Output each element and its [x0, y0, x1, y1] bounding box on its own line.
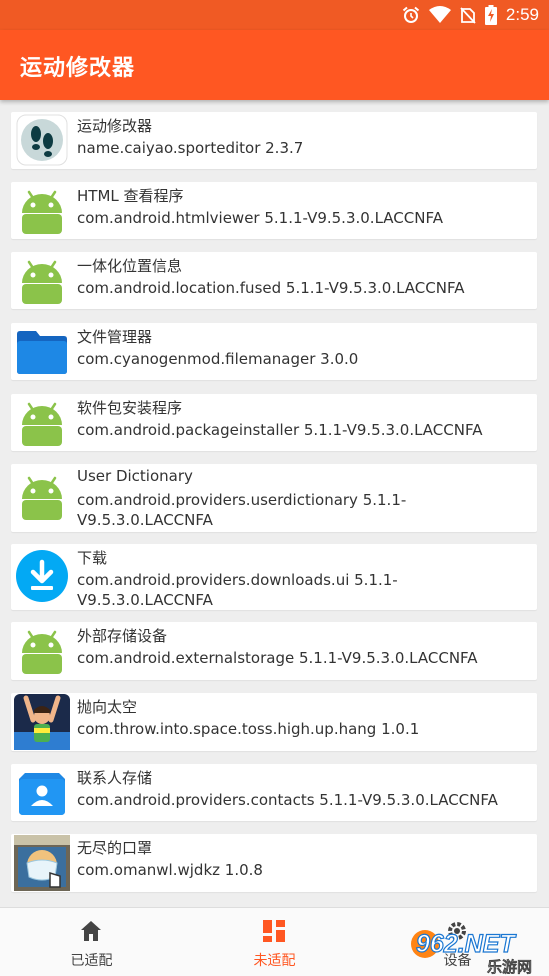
- app-package: com.android.providers.downloads.ui 5.1.1…: [77, 571, 398, 609]
- app-package: com.android.htmlviewer 5.1.1-V9.5.3.0.LA…: [77, 209, 443, 227]
- app-package: com.android.externalstorage 5.1.1-V9.5.3…: [77, 649, 478, 667]
- app-bar: 运动修改器: [0, 30, 549, 100]
- alarm-icon: [402, 6, 420, 23]
- app-name: 软件包安装程序: [77, 399, 183, 417]
- app-list-item[interactable]: 运动修改器 name.caiyao.sporteditor 2.3.7: [11, 112, 537, 169]
- contacts-icon: [19, 773, 65, 815]
- status-time: 2:59: [505, 5, 539, 24]
- app-list-item[interactable]: User Dictionary com.android.providers.us…: [11, 464, 537, 532]
- app-list-item[interactable]: HTML 查看程序 com.android.htmlviewer 5.1.1-V…: [11, 182, 537, 239]
- tab-adapted[interactable]: 已适配: [0, 908, 183, 976]
- android-icon: [22, 476, 62, 520]
- app-package: com.android.packageinstaller 5.1.1-V9.5.…: [77, 421, 483, 439]
- android-icon: [22, 260, 62, 304]
- app-package: name.caiyao.sporteditor 2.3.7: [77, 139, 304, 157]
- app-package: com.throw.into.space.toss.high.up.hang 1…: [77, 720, 420, 738]
- app-name: 联系人存储: [77, 769, 153, 787]
- app-package: com.android.providers.userdictionary 5.1…: [77, 491, 407, 529]
- app-name: 运动修改器: [77, 117, 153, 135]
- app-list-item[interactable]: 文件管理器 com.cyanogenmod.filemanager 3.0.0: [11, 323, 537, 380]
- android-icon: [22, 190, 62, 234]
- tab-label: 未适配: [253, 953, 296, 969]
- app-list-item[interactable]: 软件包安装程序 com.android.packageinstaller 5.1…: [11, 394, 537, 451]
- app-package: com.omanwl.wjdkz 1.0.8: [77, 861, 263, 879]
- app-name: 文件管理器: [77, 328, 153, 346]
- android-icon: [22, 402, 62, 446]
- app-name: 无尽的口罩: [77, 839, 153, 857]
- grid-icon: [263, 920, 285, 942]
- app-list[interactable]: 运动修改器 name.caiyao.sporteditor 2.3.7 HTML…: [0, 100, 549, 907]
- app-list-item[interactable]: 下载 com.android.providers.downloads.ui 5.…: [11, 544, 537, 610]
- watermark-subtext: 乐游网: [487, 958, 532, 976]
- footprints-icon: [16, 114, 68, 166]
- app-name: 外部存储设备: [77, 627, 168, 645]
- folder-icon: [17, 331, 67, 374]
- app-list-item[interactable]: 联系人存储 com.android.providers.contacts 5.1…: [11, 764, 537, 821]
- watermark-logo: 962.NET 乐游网: [405, 922, 549, 976]
- no-sim-icon: [460, 7, 476, 24]
- app-name: 下载: [77, 549, 108, 567]
- download-icon: [16, 550, 68, 602]
- home-icon: [81, 921, 101, 941]
- watermark-text: 962.NET: [416, 930, 517, 958]
- app-name: User Dictionary: [77, 467, 193, 485]
- android-icon: [22, 630, 62, 674]
- tab-not-adapted[interactable]: 未适配: [183, 908, 366, 976]
- app-list-item[interactable]: 一体化位置信息 com.android.location.fused 5.1.1…: [11, 252, 537, 309]
- battery-charging-icon: [484, 5, 497, 25]
- page-title: 运动修改器: [20, 56, 136, 81]
- app-package: com.android.location.fused 5.1.1-V9.5.3.…: [77, 279, 465, 297]
- game-character-icon: [14, 694, 70, 750]
- app-name: 一体化位置信息: [77, 257, 183, 275]
- mask-game-icon: [14, 835, 70, 891]
- app-package: com.cyanogenmod.filemanager 3.0.0: [77, 350, 359, 368]
- app-list-item[interactable]: 无尽的口罩 com.omanwl.wjdkz 1.0.8: [11, 834, 537, 892]
- app-list-item[interactable]: 抛向太空 com.throw.into.space.toss.high.up.h…: [11, 693, 537, 751]
- status-bar: 2:59: [0, 0, 549, 30]
- status-icons: 2:59: [402, 0, 539, 30]
- app-list-item[interactable]: 外部存储设备 com.android.externalstorage 5.1.1…: [11, 622, 537, 680]
- wifi-icon: [428, 6, 451, 23]
- tab-label: 已适配: [70, 953, 113, 969]
- app-name: HTML 查看程序: [77, 187, 184, 205]
- app-name: 抛向太空: [77, 698, 138, 716]
- app-package: com.android.providers.contacts 5.1.1-V9.…: [77, 791, 498, 809]
